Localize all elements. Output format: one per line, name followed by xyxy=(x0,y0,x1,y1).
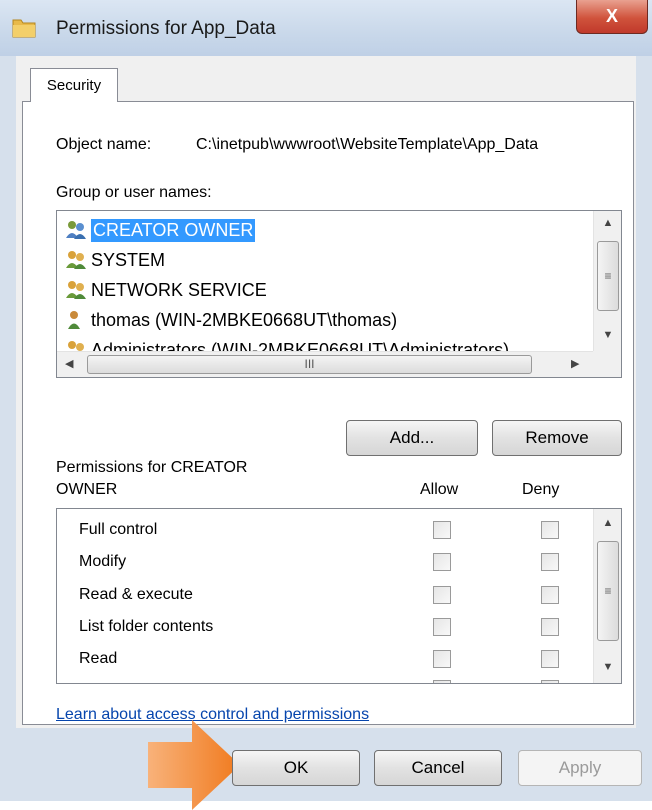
permissions-dialog: Permissions for App_Data X Security Obje… xyxy=(0,0,652,810)
close-button[interactable]: X xyxy=(576,0,648,34)
permission-name: Modify xyxy=(79,553,127,570)
scroll-thumb[interactable]: III xyxy=(87,355,532,374)
deny-column-header: Deny xyxy=(522,481,560,498)
permissions-vertical-scrollbar[interactable]: ▲ ≡ ▼ xyxy=(593,509,621,683)
deny-checkbox[interactable] xyxy=(541,650,559,668)
allow-checkbox[interactable] xyxy=(433,680,451,683)
title-bar[interactable]: Permissions for App_Data X xyxy=(0,0,652,56)
deny-checkbox[interactable] xyxy=(541,521,559,539)
deny-checkbox[interactable] xyxy=(541,680,559,683)
user-name: NETWORK SERVICE xyxy=(91,279,267,300)
allow-checkbox[interactable] xyxy=(433,618,451,636)
tab-security[interactable]: Security xyxy=(30,68,118,102)
folder-icon xyxy=(12,19,36,38)
scroll-thumb[interactable]: ≡ xyxy=(597,541,619,641)
group-list-label: Group or user names: xyxy=(56,184,212,201)
permission-name: Read & execute xyxy=(79,586,193,603)
permissions-list: Full control Modify Read & execute List … xyxy=(56,508,622,684)
allow-checkbox[interactable] xyxy=(433,553,451,571)
scroll-corner xyxy=(593,351,621,377)
allow-checkbox[interactable] xyxy=(433,521,451,539)
user-name: thomas (WIN-2MBKE0668UT\thomas) xyxy=(91,309,398,330)
deny-checkbox[interactable] xyxy=(541,618,559,636)
user-name: CREATOR OWNER xyxy=(91,218,256,242)
group-user-list[interactable]: CREATOR OWNER SYSTEM NETWORK SERVICE tho… xyxy=(56,210,622,378)
add-button[interactable]: Add... xyxy=(346,420,478,456)
remove-button[interactable]: Remove xyxy=(492,420,622,456)
object-name-value: C:\inetpub\wwwroot\WebsiteTemplate\App_D… xyxy=(196,136,539,153)
deny-checkbox[interactable] xyxy=(541,586,559,604)
group-icon xyxy=(66,221,86,239)
permissions-label-line2: OWNER xyxy=(56,481,118,498)
group-list-horizontal-scrollbar[interactable]: ◀ III ▶ xyxy=(57,351,593,377)
list-item[interactable]: SYSTEM xyxy=(65,245,585,275)
cancel-button[interactable]: Cancel xyxy=(374,750,502,786)
group-icon xyxy=(66,251,86,269)
scroll-up-icon[interactable]: ▲ xyxy=(594,517,621,529)
window-title: Permissions for App_Data xyxy=(56,18,276,39)
permission-name: List folder contents xyxy=(79,618,214,635)
object-name-label: Object name: xyxy=(56,136,152,153)
scroll-down-icon[interactable]: ▼ xyxy=(594,329,621,341)
allow-column-header: Allow xyxy=(420,481,459,498)
allow-checkbox[interactable] xyxy=(433,650,451,668)
permission-name: Full control xyxy=(79,521,158,538)
list-item[interactable]: thomas (WIN-2MBKE0668UT\thomas) xyxy=(65,305,585,335)
list-item[interactable]: CREATOR OWNER xyxy=(65,215,585,245)
scroll-thumb[interactable]: ≡ xyxy=(597,241,619,311)
scroll-left-icon[interactable]: ◀ xyxy=(65,357,73,370)
scroll-up-icon[interactable]: ▲ xyxy=(594,217,621,229)
user-name: SYSTEM xyxy=(91,249,166,270)
scroll-right-icon[interactable]: ▶ xyxy=(571,357,579,370)
list-item[interactable]: NETWORK SERVICE xyxy=(65,275,585,305)
user-icon xyxy=(68,311,80,329)
permission-name: Read xyxy=(79,650,118,667)
allow-checkbox[interactable] xyxy=(433,586,451,604)
group-list-vertical-scrollbar[interactable]: ▲ ≡ ▼ xyxy=(593,211,621,351)
ok-button[interactable]: OK xyxy=(232,750,360,786)
deny-checkbox[interactable] xyxy=(541,553,559,571)
permissions-label-line1: Permissions for CREATOR xyxy=(56,459,248,476)
apply-button[interactable]: Apply xyxy=(518,750,642,786)
orange-arrow-annotation xyxy=(148,720,240,810)
scroll-down-icon[interactable]: ▼ xyxy=(594,661,621,673)
group-icon xyxy=(66,281,86,299)
